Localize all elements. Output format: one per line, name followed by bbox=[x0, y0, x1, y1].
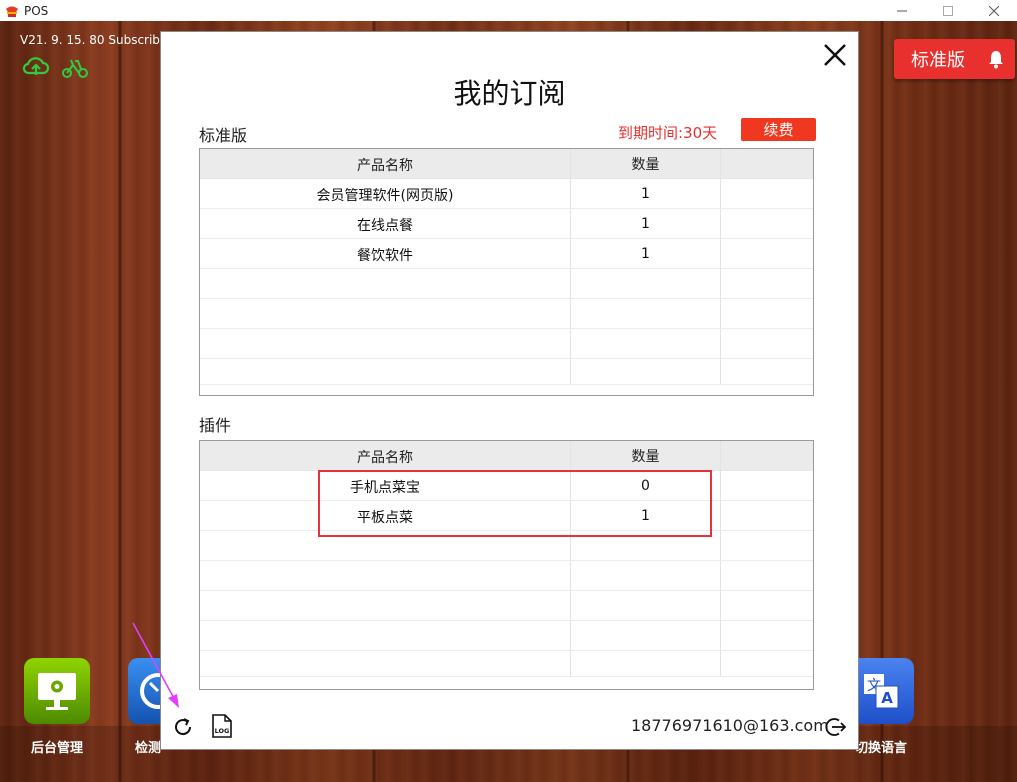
empty-row bbox=[200, 359, 813, 385]
close-dialog-icon[interactable] bbox=[822, 42, 848, 68]
account-email: 18776971610@163.com bbox=[631, 716, 829, 735]
product-qty: 1 bbox=[571, 209, 721, 238]
version-label: V21. 9. 15. 80 Subscribe bbox=[20, 33, 168, 47]
minimize-button[interactable] bbox=[879, 0, 925, 21]
empty-row bbox=[200, 561, 813, 591]
minimize-icon bbox=[897, 10, 907, 11]
table-row[interactable]: 餐饮软件 1 bbox=[200, 239, 813, 269]
col-quantity: 数量 bbox=[571, 441, 721, 470]
table-header: 产品名称 数量 bbox=[200, 441, 813, 471]
log-file-icon[interactable]: LOG bbox=[211, 714, 233, 738]
standard-products-table: 产品名称 数量 会员管理软件(网页版) 1 在线点餐 1 餐饮软件 1 bbox=[199, 148, 814, 396]
bell-icon bbox=[989, 51, 1003, 69]
gauge-icon bbox=[140, 673, 176, 709]
empty-row bbox=[200, 269, 813, 299]
svg-text:LOG: LOG bbox=[215, 727, 230, 735]
language-tile-label: 切换语言 bbox=[855, 741, 908, 756]
renew-button[interactable]: 续费 bbox=[741, 118, 816, 141]
col-product-name: 产品名称 bbox=[200, 441, 571, 470]
dialog-title: 我的订阅 bbox=[453, 77, 566, 110]
check-tile-label: 检测 bbox=[135, 741, 162, 756]
col-quantity: 数量 bbox=[571, 149, 721, 178]
delivery-bike-icon[interactable] bbox=[61, 57, 89, 79]
highlight-annotation bbox=[318, 470, 712, 537]
empty-row bbox=[200, 651, 813, 677]
admin-tile[interactable] bbox=[24, 658, 90, 724]
product-name: 会员管理软件(网页版) bbox=[200, 179, 571, 208]
empty-row bbox=[200, 621, 813, 651]
close-icon bbox=[989, 5, 999, 16]
refresh-icon[interactable] bbox=[171, 715, 195, 739]
empty-row bbox=[200, 591, 813, 621]
window-titlebar: POS bbox=[0, 0, 1017, 21]
product-name: 餐饮软件 bbox=[200, 239, 571, 268]
expiry-text: 到期时间:30天 bbox=[618, 124, 718, 142]
product-qty: 1 bbox=[571, 179, 721, 208]
col-product-name: 产品名称 bbox=[200, 149, 571, 178]
logout-icon[interactable] bbox=[825, 716, 847, 738]
admin-tile-label: 后台管理 bbox=[31, 741, 84, 756]
edition-button-label: 标准版 bbox=[911, 50, 965, 71]
window-title: POS bbox=[24, 3, 49, 18]
app-logo-icon bbox=[6, 6, 18, 17]
product-qty: 1 bbox=[571, 239, 721, 268]
product-name: 在线点餐 bbox=[200, 209, 571, 238]
edition-button[interactable]: 标准版 bbox=[894, 39, 1015, 79]
empty-row bbox=[200, 329, 813, 359]
table-row[interactable]: 在线点餐 1 bbox=[200, 209, 813, 239]
plugins-section-label: 插件 bbox=[199, 416, 232, 435]
svg-text:A: A bbox=[881, 689, 893, 707]
table-header: 产品名称 数量 bbox=[200, 149, 813, 179]
maximize-button[interactable] bbox=[925, 0, 971, 21]
cloud-upload-icon[interactable] bbox=[22, 55, 50, 77]
empty-row bbox=[200, 299, 813, 329]
monitor-gear-icon bbox=[38, 673, 76, 710]
close-window-button[interactable] bbox=[971, 0, 1017, 21]
table-row[interactable]: 会员管理软件(网页版) 1 bbox=[200, 179, 813, 209]
standard-section-label: 标准版 bbox=[199, 126, 248, 145]
maximize-icon bbox=[943, 5, 953, 16]
